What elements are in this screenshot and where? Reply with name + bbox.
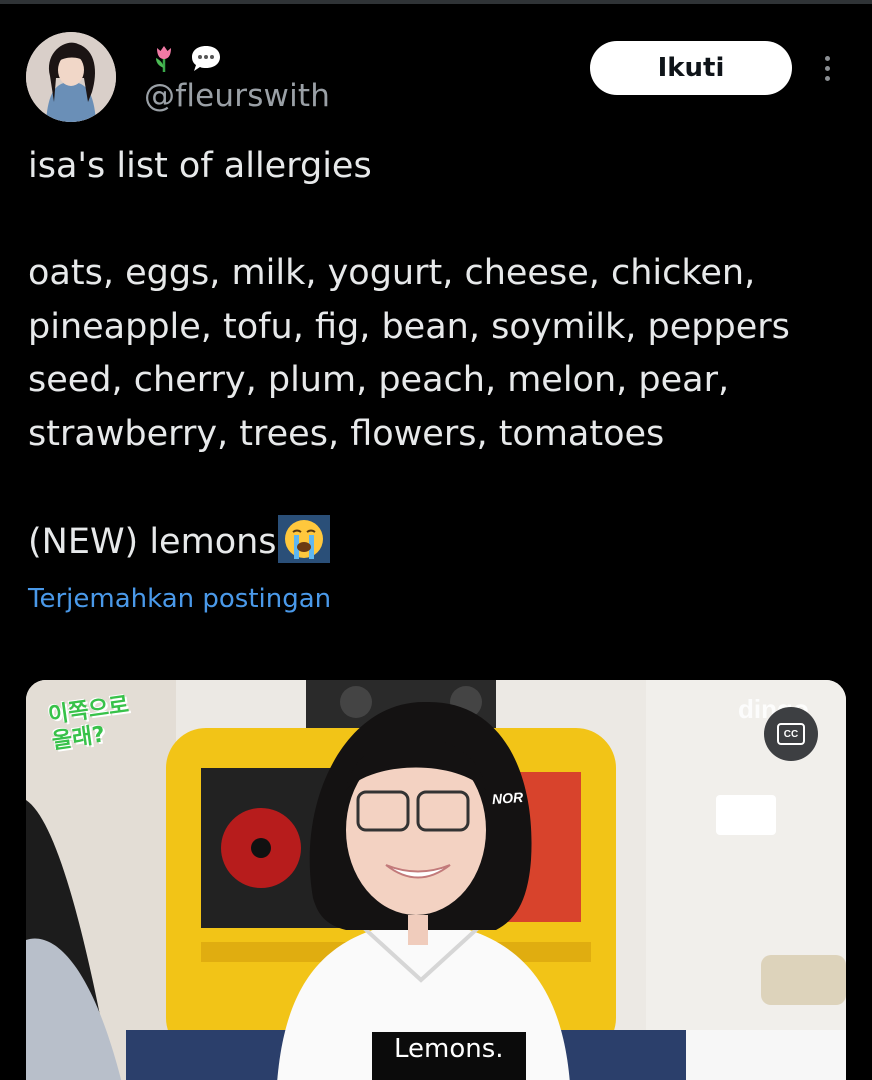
speech-bubble-icon [192,46,220,71]
tweet-header: @fleurswith Ikuti [26,32,846,124]
shelf-label: NOR [491,788,524,808]
more-dot [824,75,830,81]
translate-post-link[interactable]: Terjemahkan postingan [28,584,331,614]
tweet-page: @fleurswith Ikuti isa's list of allergie… [0,0,872,1080]
text-spacer [28,194,848,248]
text-spacer [28,461,848,515]
follow-button[interactable]: Ikuti [590,41,792,95]
tweet-text-title: isa's list of allergies [28,146,372,186]
top-divider [0,0,872,4]
tweet-text: isa's list of allergies oats, eggs, milk… [28,140,848,569]
closed-captions-button[interactable]: CC [764,707,818,761]
show-logo: 이쪽으로 올래? [46,692,131,755]
user-handle[interactable]: @fleurswith [144,78,330,114]
loudly-crying-face-icon [277,514,330,563]
tweet-text-list: oats, eggs, milk, yogurt, cheese, chicke… [28,253,790,454]
tweet-text-new-line: (NEW) lemons [28,514,848,570]
avatar-image [26,32,116,122]
video-media[interactable]: 이쪽으로 올래? NOR dingo CC Lemons. [26,680,846,1080]
cc-icon: CC [777,723,805,745]
video-subtitle: Lemons. [372,1032,526,1080]
more-dot [824,55,830,61]
profile-badges [148,40,222,76]
video-frame [26,680,846,1080]
more-options-icon[interactable] [814,50,840,86]
tweet-text-new: (NEW) lemons [28,521,277,562]
avatar[interactable] [26,32,116,122]
more-dot [824,65,830,71]
tulip-icon [156,46,171,72]
